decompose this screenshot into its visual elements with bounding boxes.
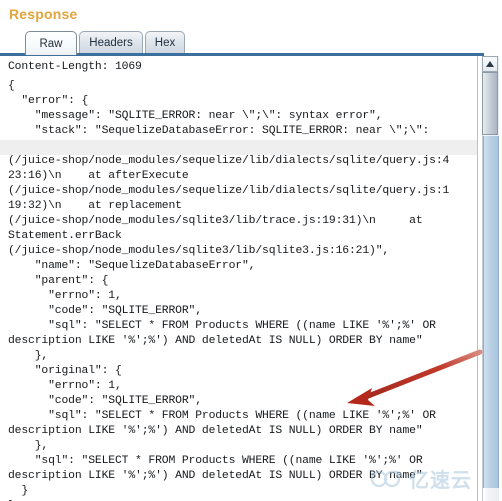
scrollbar-lower-track[interactable] bbox=[483, 136, 499, 488]
tab-headers-label: Headers bbox=[89, 36, 133, 49]
tab-raw[interactable]: Raw bbox=[25, 31, 77, 55]
tab-bar: Raw Headers Hex bbox=[0, 30, 502, 56]
page-title: Response bbox=[9, 6, 78, 22]
response-body-panel: Content-Length: 1069 { "error": { "messa… bbox=[0, 56, 502, 501]
vertical-scrollbar[interactable] bbox=[478, 56, 502, 501]
response-json-text: { "error": { "message": "SQLITE_ERROR: n… bbox=[8, 80, 450, 501]
response-body-scroll-area[interactable]: Content-Length: 1069 { "error": { "messa… bbox=[0, 56, 478, 501]
response-headers-text: Content-Length: 1069 bbox=[8, 61, 142, 73]
scrollbar-thumb[interactable] bbox=[482, 72, 498, 135]
tab-raw-label: Raw bbox=[39, 37, 63, 50]
tab-hex-label: Hex bbox=[154, 36, 176, 49]
response-viewer: Response Raw Headers Hex Content-Length:… bbox=[0, 0, 502, 501]
tab-hex[interactable]: Hex bbox=[145, 31, 185, 53]
scroll-up-arrow-icon[interactable] bbox=[482, 56, 498, 72]
tab-headers[interactable]: Headers bbox=[79, 31, 143, 53]
